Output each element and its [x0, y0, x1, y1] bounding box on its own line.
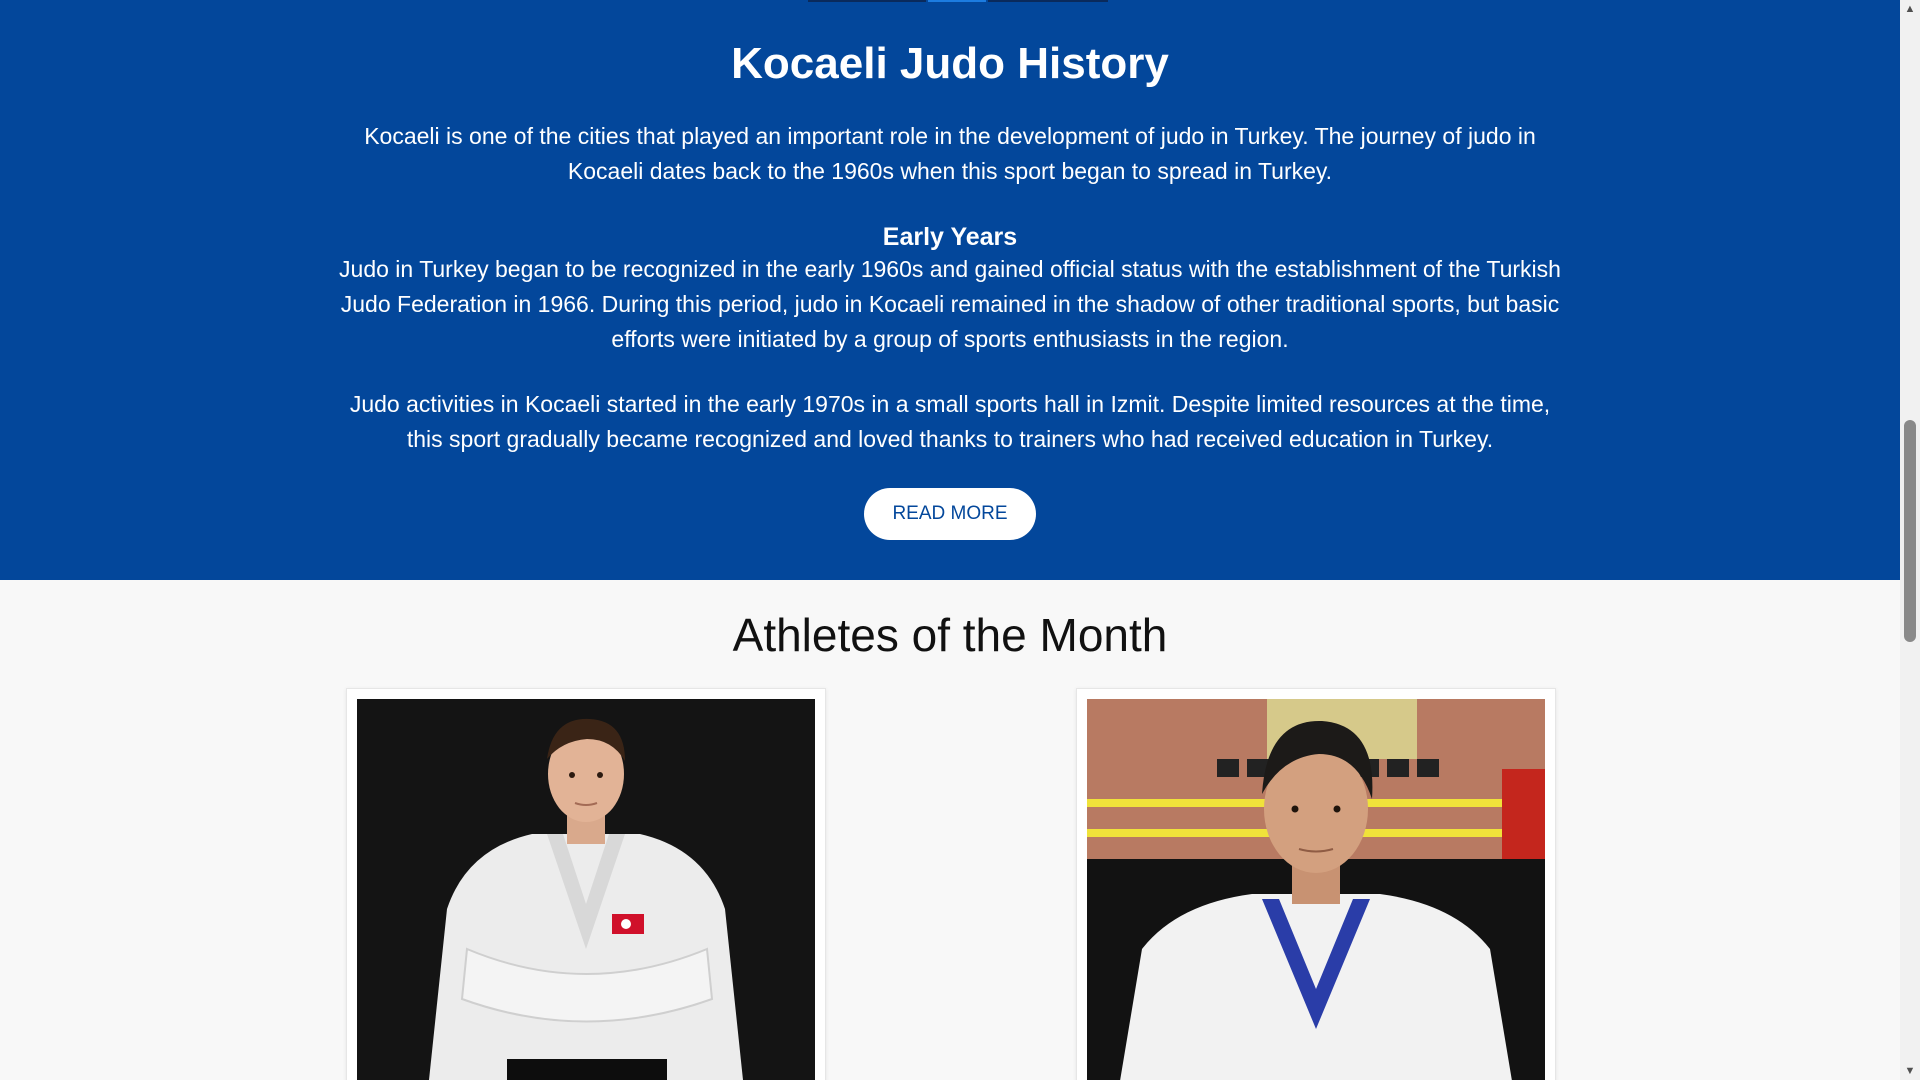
early-years-paragraph: Judo in Turkey began to be recognized in… [339, 256, 1561, 352]
judo-activities-paragraph: Judo activities in Kocaeli started in th… [349, 391, 1551, 452]
athlete-card[interactable] [346, 688, 826, 1080]
top-tab-indicators [808, 0, 1110, 2]
scrollbar-thumb[interactable] [1904, 420, 1916, 642]
tab-indicator[interactable] [808, 0, 926, 2]
early-years-heading: Early Years [882, 223, 1018, 251]
page-viewport: Kocaeli Judo History Kocaeli is one of t… [0, 0, 1900, 1080]
tab-indicator[interactable] [988, 0, 1108, 2]
athlete-card[interactable] [1076, 688, 1556, 1080]
history-intro-paragraph: Kocaeli is one of the cities that played… [364, 123, 1536, 184]
athlete-photo[interactable] [357, 699, 815, 1080]
athlete-photo[interactable] [1087, 699, 1545, 1080]
athlete-photo-image [357, 699, 815, 1080]
read-more-button[interactable]: READ MORE [864, 488, 1036, 540]
scroll-up-arrow-icon[interactable]: ▲ [1900, 0, 1920, 18]
athletes-section-title: Athletes of the Month [732, 609, 1168, 661]
vertical-scrollbar[interactable]: ▲ ▼ [1900, 0, 1920, 1080]
athlete-photo-image [1087, 699, 1545, 1080]
scroll-down-arrow-icon[interactable]: ▼ [1900, 1062, 1920, 1080]
history-section: Kocaeli Judo History Kocaeli is one of t… [0, 0, 1900, 580]
tab-indicator-active[interactable] [928, 0, 986, 2]
history-title: Kocaeli Judo History [731, 39, 1169, 88]
